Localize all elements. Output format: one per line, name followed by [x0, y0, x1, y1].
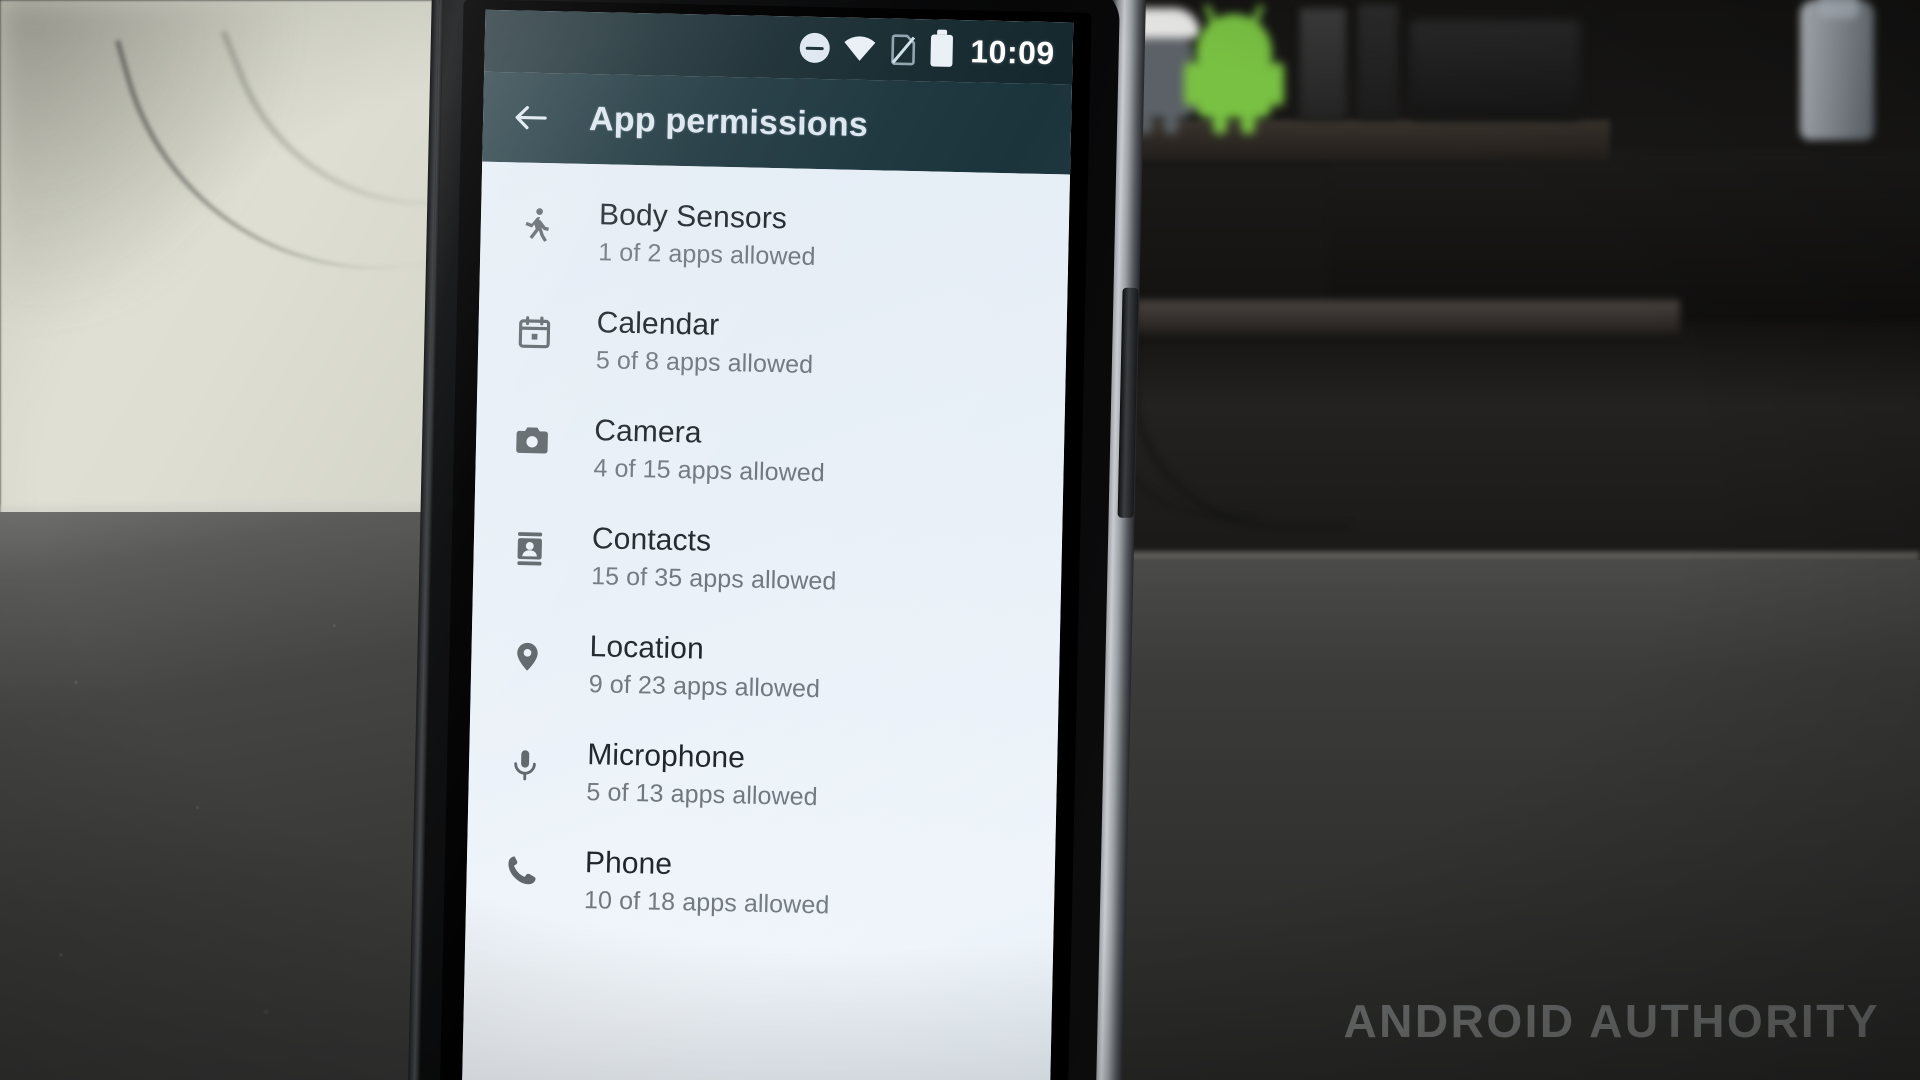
- back-arrow-icon[interactable]: [511, 97, 552, 138]
- phone-device: 10:09 App permissions Body Sensors 1 of …: [407, 0, 1147, 1080]
- list-item-subtitle: 9 of 23 apps allowed: [588, 670, 821, 704]
- list-item[interactable]: Microphone 5 of 13 apps allowed: [468, 718, 1058, 839]
- list-item-title: Camera: [593, 414, 702, 450]
- list-item-title: Calendar: [596, 306, 720, 342]
- page-title: App permissions: [588, 99, 869, 144]
- status-bar-clock: 10:09: [969, 32, 1056, 71]
- list-item-subtitle: 1 of 2 apps allowed: [597, 238, 816, 271]
- list-item[interactable]: Body Sensors 1 of 2 apps allowed: [479, 178, 1069, 299]
- wifi-icon: [842, 36, 877, 63]
- list-item[interactable]: Phone 10 of 18 apps allowed: [465, 826, 1055, 947]
- list-item-subtitle: 10 of 18 apps allowed: [583, 886, 830, 920]
- permissions-list: Body Sensors 1 of 2 apps allowed Calenda…: [461, 161, 1071, 1080]
- microphone-icon: [503, 742, 548, 787]
- location-icon: [505, 634, 550, 679]
- list-item-subtitle: 15 of 35 apps allowed: [590, 562, 837, 596]
- do-not-disturb-icon: [799, 32, 830, 64]
- shelf-object-tall-2: [1358, 4, 1398, 120]
- spray-bottle-cap: [1818, 0, 1858, 18]
- list-item[interactable]: Contacts 15 of 35 apps allowed: [472, 502, 1062, 623]
- shelf-object-tall-1: [1300, 8, 1346, 120]
- list-item[interactable]: Location 9 of 23 apps allowed: [470, 610, 1060, 731]
- list-item-title: Body Sensors: [598, 198, 788, 236]
- list-item-subtitle: 4 of 15 apps allowed: [593, 454, 826, 488]
- list-item[interactable]: Calendar 5 of 8 apps allowed: [477, 286, 1067, 407]
- phone-screen: 10:09 App permissions Body Sensors 1 of …: [461, 9, 1074, 1080]
- list-item-title: Location: [589, 630, 705, 666]
- contacts-icon: [507, 526, 552, 571]
- battery-icon: [930, 34, 953, 67]
- shelf-object-box: [1410, 20, 1580, 120]
- camera-icon: [510, 418, 555, 463]
- watermark: ANDROID AUTHORITY: [1343, 995, 1880, 1047]
- app-bar: App permissions: [482, 71, 1073, 175]
- android-figurine-green: [1184, 3, 1284, 134]
- body-sensors-icon: [514, 202, 559, 247]
- calendar-icon: [512, 310, 557, 355]
- photo-scene: 10:09 App permissions Body Sensors 1 of …: [0, 0, 1920, 1080]
- no-sim-icon: [889, 34, 918, 66]
- shelf-dark-slab: [1330, 150, 1920, 320]
- spray-bottle: [1800, 0, 1874, 140]
- list-item-subtitle: 5 of 13 apps allowed: [586, 778, 819, 812]
- list-item-title: Contacts: [591, 522, 712, 558]
- phone-icon: [500, 850, 545, 895]
- list-item[interactable]: Camera 4 of 15 apps allowed: [475, 394, 1065, 515]
- list-item-title: Phone: [584, 846, 673, 881]
- list-item-subtitle: 5 of 8 apps allowed: [595, 346, 814, 379]
- list-item-title: Microphone: [586, 738, 746, 775]
